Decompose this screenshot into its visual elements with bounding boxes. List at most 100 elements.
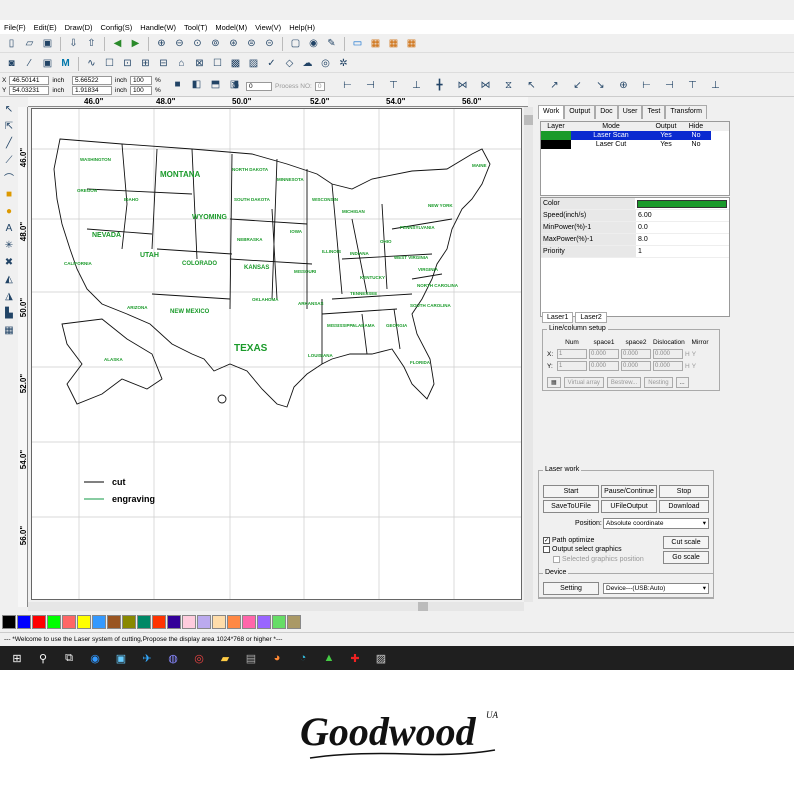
palette-swatch[interactable] [2, 615, 16, 629]
palette-swatch[interactable] [167, 615, 181, 629]
scale-x-input[interactable]: 100 [129, 76, 152, 85]
select-icon[interactable]: ↖ [3, 102, 16, 116]
bestrew-button[interactable]: Bestrew... [606, 377, 642, 388]
tab-user[interactable]: User [617, 105, 643, 119]
palette-swatch[interactable] [137, 615, 151, 629]
prop-priority[interactable]: Priority 1 [541, 246, 729, 258]
bitmap-icon[interactable]: ▩ [228, 56, 243, 71]
rect-tool-icon[interactable]: ■ [3, 187, 16, 201]
tab-laser1[interactable]: Laser1 [542, 312, 574, 323]
lc-mirror-h[interactable]: H [685, 363, 690, 370]
setting-button[interactable]: Setting [543, 582, 599, 595]
camera-icon[interactable]: ◙ [4, 56, 19, 71]
lc-space2-input[interactable]: 0.000 [621, 361, 651, 371]
tab-laser2[interactable]: Laser2 [575, 312, 607, 323]
model-icon[interactable]: M [58, 56, 73, 71]
align-bottom-icon[interactable]: ⊥ [409, 78, 424, 93]
zoom-fit-icon[interactable]: ⊙ [190, 36, 205, 51]
palette-swatch[interactable] [152, 615, 166, 629]
mirror-h-icon[interactable]: ◧ [189, 77, 204, 92]
ufile-output-button[interactable]: UFileOutput [601, 500, 657, 513]
scale-y-input[interactable]: 100 [129, 86, 152, 95]
align-top-icon[interactable]: ⊤ [386, 78, 401, 93]
node-icon[interactable]: ▣ [40, 56, 55, 71]
app-icon[interactable]: ◉ [88, 651, 102, 665]
tab-transform[interactable]: Transform [665, 105, 707, 119]
check-icon[interactable]: ✓ [264, 56, 279, 71]
color-swatch[interactable] [637, 200, 727, 208]
more-button[interactable]: ... [675, 377, 689, 388]
menu-edit[interactable]: Edit(E) [34, 23, 57, 32]
layer-hide[interactable]: No [681, 140, 711, 149]
array-icon[interactable]: ▦ [386, 36, 401, 51]
palette-swatch[interactable] [32, 615, 46, 629]
scroll-thumb[interactable] [524, 115, 533, 125]
palette-swatch[interactable] [257, 615, 271, 629]
lc-dislocation-input[interactable]: 0.000 [653, 349, 683, 359]
zoom-icon[interactable]: ⊝ [262, 36, 277, 51]
lc-mirror-h[interactable]: H [685, 351, 690, 358]
export-icon[interactable]: ⇧ [84, 36, 99, 51]
start-button[interactable]: Start [543, 485, 599, 498]
settings-icon[interactable]: ✲ [336, 56, 351, 71]
node-square-icon[interactable]: ⊡ [120, 56, 135, 71]
lc-num-input[interactable]: 1 [557, 361, 587, 371]
menu-draw[interactable]: Draw(D) [65, 23, 93, 32]
zoom-in-icon[interactable]: ⊕ [154, 36, 169, 51]
arrow-ne-icon[interactable]: ↗ [547, 78, 562, 93]
undo-icon[interactable]: ◀ [110, 36, 125, 51]
checkbox-box[interactable]: ✓ [543, 537, 550, 544]
stop-button[interactable]: Stop [659, 485, 709, 498]
layer-row-scan[interactable]: Laser Scan Yes No [541, 131, 729, 140]
fill-icon[interactable]: ▨ [246, 56, 261, 71]
view-icon[interactable]: ◎ [318, 56, 333, 71]
drawing-canvas[interactable]: WASHINGTON OREGON IDAHO MONTANA WYOMING NORTH… [31, 108, 522, 600]
lc-mirror-y[interactable]: Y [692, 351, 696, 358]
frame-icon[interactable]: ▢ [288, 36, 303, 51]
selected-position-checkbox[interactable]: Selected graphics position [553, 556, 644, 563]
layer-hide[interactable]: No [681, 131, 711, 140]
palette-swatch[interactable] [107, 615, 121, 629]
square-icon[interactable]: ☐ [102, 56, 117, 71]
eye-icon[interactable]: ◉ [306, 36, 321, 51]
calculator-icon[interactable]: ▣ [114, 651, 128, 665]
palette-swatch[interactable] [122, 615, 136, 629]
palette-swatch[interactable] [17, 615, 31, 629]
curve-tool-icon[interactable]: ⌒ [3, 170, 16, 185]
ellipse-tool-icon[interactable]: ● [3, 204, 16, 218]
cloud-icon[interactable]: ☁ [300, 56, 315, 71]
arrow-se-icon[interactable]: ↘ [593, 78, 608, 93]
eraser-icon[interactable]: ◇ [282, 56, 297, 71]
prop-value[interactable]: 8.0 [636, 234, 648, 245]
arrow-sw-icon[interactable]: ↙ [570, 78, 585, 93]
align-right-icon[interactable]: ⊣ [363, 78, 378, 93]
rotate-icon[interactable]: ↻ [228, 79, 243, 94]
menu-help[interactable]: Help(H) [289, 23, 315, 32]
layer-tool-icon[interactable]: ▙ [3, 306, 16, 320]
flip-tool-icon[interactable]: ◮ [3, 289, 16, 303]
laser-app-icon[interactable]: ✚ [348, 651, 362, 665]
tab-doc[interactable]: Doc [595, 105, 618, 119]
pause-continue-button[interactable]: Pause/Continue [601, 485, 657, 498]
import-icon[interactable]: ⇩ [66, 36, 81, 51]
nesting-button[interactable]: Nesting [644, 377, 673, 388]
lc-grid-icon[interactable]: ▦ [547, 377, 561, 388]
prop-value[interactable]: 0.0 [636, 222, 648, 233]
tab-output[interactable]: Output [564, 105, 596, 119]
lc-dislocation-input[interactable]: 0.000 [653, 361, 683, 371]
palette-swatch[interactable] [227, 615, 241, 629]
windows-start-icon[interactable]: ⊞ [10, 651, 24, 665]
align-left-icon[interactable]: ⊢ [340, 78, 355, 93]
menu-config[interactable]: Config(S) [101, 23, 133, 32]
lc-num-input[interactable]: 1 [557, 349, 587, 359]
palette-swatch[interactable] [92, 615, 106, 629]
equal-size-icon[interactable]: ⧖ [501, 78, 516, 93]
zoom-all-icon[interactable]: ⊜ [244, 36, 259, 51]
layer-output[interactable]: Yes [651, 140, 681, 149]
store-icon[interactable]: ▤ [244, 651, 258, 665]
tab-work[interactable]: Work [538, 105, 565, 119]
center-icon[interactable]: ⊕ [616, 78, 631, 93]
device-select[interactable]: Device---(USB:Auto) ▾ [603, 583, 709, 594]
checkbox-box[interactable] [543, 546, 550, 553]
palette-swatch[interactable] [242, 615, 256, 629]
